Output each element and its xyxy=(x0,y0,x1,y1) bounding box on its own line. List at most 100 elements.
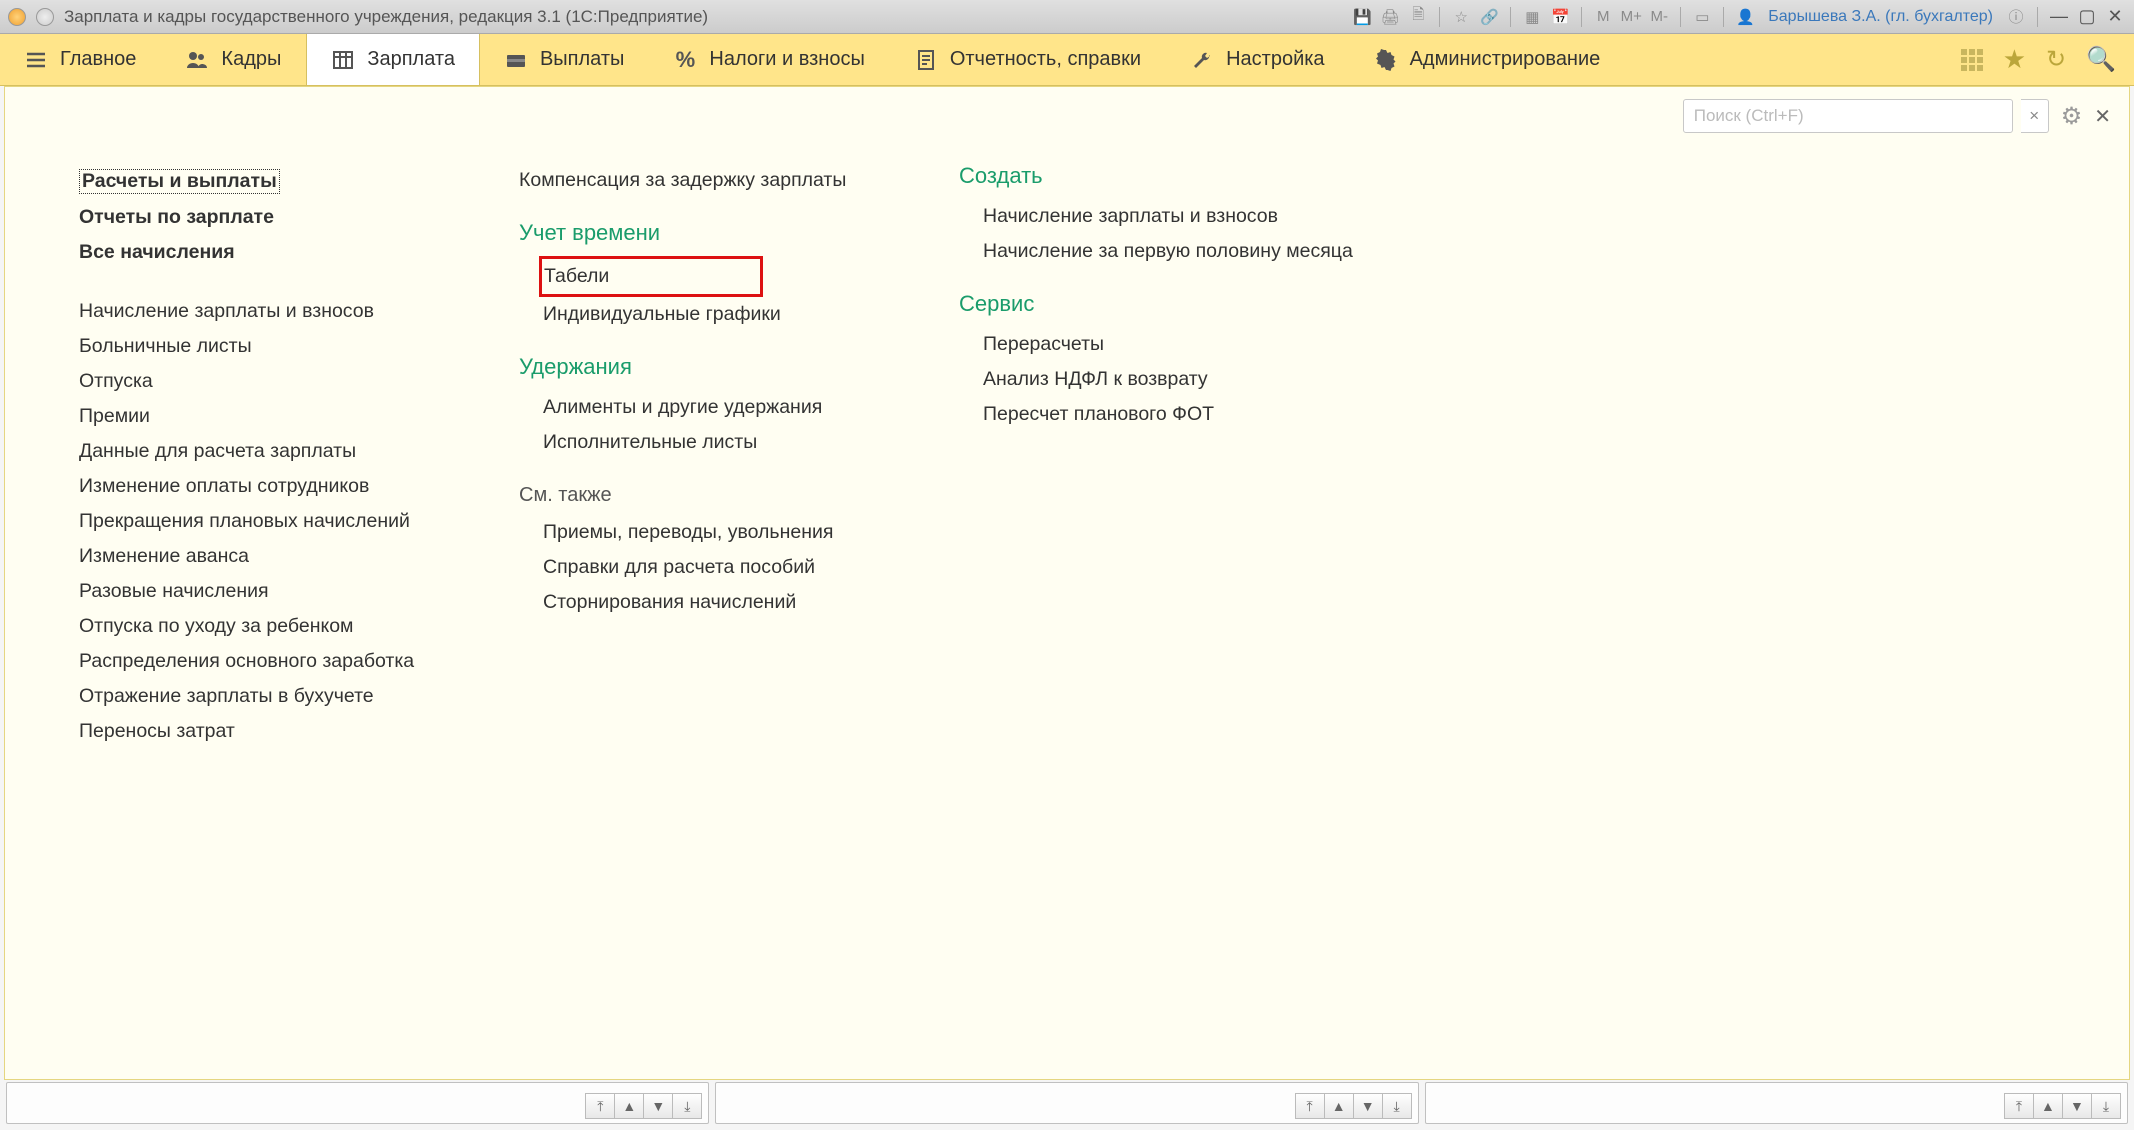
hamburger-icon xyxy=(24,48,48,72)
calendar-icon[interactable]: 📅 xyxy=(1549,6,1571,28)
menu-nastroika[interactable]: Настройка xyxy=(1166,34,1349,85)
mem-mminus[interactable]: M- xyxy=(1648,6,1670,28)
menu-label: Отчетность, справки xyxy=(950,48,1141,71)
link-razovye[interactable]: Разовые начисления xyxy=(79,574,459,609)
main-menu: Главное Кадры Зарплата Выплаты % Налоги … xyxy=(0,34,2134,86)
mem-mplus[interactable]: M+ xyxy=(1620,6,1642,28)
section-seealso: См. также xyxy=(519,460,899,515)
link-alimenty[interactable]: Алименты и другие удержания xyxy=(543,390,899,425)
link-icon[interactable]: 🔗 xyxy=(1478,6,1500,28)
column-middle: Компенсация за задержку зарплаты Учет вр… xyxy=(519,163,899,749)
pane-btn-up[interactable]: ▲ xyxy=(614,1093,644,1119)
settings-gear-icon[interactable]: ⚙ xyxy=(2061,102,2083,131)
search-icon[interactable]: 🔍 xyxy=(2086,45,2116,74)
link-pereschet-fot[interactable]: Пересчет планового ФОТ xyxy=(983,397,1353,432)
pane-btn-up[interactable]: ▲ xyxy=(1324,1093,1354,1119)
titlebar: Зарплата и кадры государственного учрежд… xyxy=(0,0,2134,34)
section-service: Сервис xyxy=(959,269,1353,327)
link-prekrashcheniya[interactable]: Прекращения плановых начислений xyxy=(79,504,459,539)
titlebar-tools: 💾 🖨 🗎 ☆ 🔗 ▦ 📅 M M+ M- ▭ 👤 Барышева З.А. … xyxy=(1351,6,2126,28)
minimize-button[interactable]: — xyxy=(2048,6,2070,28)
window-title: Зарплата и кадры государственного учрежд… xyxy=(64,7,708,27)
windows-icon[interactable]: ▭ xyxy=(1691,6,1713,28)
highlighted-tabeli: Табели xyxy=(539,256,763,297)
link-kompensaciya[interactable]: Компенсация за задержку зарплаты xyxy=(519,163,899,198)
close-button[interactable]: ✕ xyxy=(2104,6,2126,28)
link-ispolnitelnye[interactable]: Исполнительные листы xyxy=(543,425,899,460)
link-create-pervaya-polovina[interactable]: Начисление за первую половину месяца xyxy=(983,234,1353,269)
link-ind-grafiki[interactable]: Индивидуальные графики xyxy=(543,297,899,332)
link-otrazhenie-buh[interactable]: Отражение зарплаты в бухучете xyxy=(79,679,459,714)
star-icon[interactable]: ★ xyxy=(2003,44,2026,75)
nav-otchety[interactable]: Отчеты по зарплате xyxy=(79,200,459,235)
pane-btn-bottom[interactable]: ⤓ xyxy=(2091,1093,2121,1119)
link-spravki-posobiy[interactable]: Справки для расчета пособий xyxy=(543,550,899,585)
link-pereraschety[interactable]: Перерасчеты xyxy=(983,327,1353,362)
search-input-wrap[interactable] xyxy=(1683,99,2013,133)
link-priemy[interactable]: Приемы, переводы, увольнения xyxy=(543,515,899,550)
pane-btn-top[interactable]: ⤒ xyxy=(2004,1093,2034,1119)
pane-btn-down[interactable]: ▼ xyxy=(2062,1093,2092,1119)
link-stornirovaniya[interactable]: Сторнирования начислений xyxy=(543,585,899,620)
menu-label: Администрирование xyxy=(1410,48,1601,71)
section-create: Создать xyxy=(959,163,1353,199)
percent-icon: % xyxy=(673,48,697,72)
menu-kadry[interactable]: Кадры xyxy=(161,34,306,85)
content-area: × ⚙ ✕ Расчеты и выплаты Отчеты по зарпла… xyxy=(4,86,2130,1080)
bottom-pane-2: ⤒ ▲ ▼ ⤓ xyxy=(715,1082,1418,1124)
info-icon[interactable]: ⓘ xyxy=(2005,6,2027,28)
print-icon[interactable]: 🖨 xyxy=(1379,6,1401,28)
bottom-pane-3: ⤒ ▲ ▼ ⤓ xyxy=(1425,1082,2128,1124)
link-bolnichnye[interactable]: Больничные листы xyxy=(79,329,459,364)
menu-label: Налоги и взносы xyxy=(709,48,864,71)
pane-btn-down[interactable]: ▼ xyxy=(1353,1093,1383,1119)
menu-vyplaty[interactable]: Выплаты xyxy=(480,34,649,85)
menu-label: Зарплата xyxy=(367,48,455,71)
document-icon[interactable]: 🗎 xyxy=(1407,6,1429,28)
menu-main[interactable]: Главное xyxy=(0,34,161,85)
link-otpuska-uhod[interactable]: Отпуска по уходу за ребенком xyxy=(79,609,459,644)
maximize-button[interactable]: ▢ xyxy=(2076,6,2098,28)
pane-btn-down[interactable]: ▼ xyxy=(643,1093,673,1119)
link-tabeli[interactable]: Табели xyxy=(544,263,754,290)
link-premii[interactable]: Премии xyxy=(79,399,459,434)
current-user[interactable]: Барышева З.А. (гл. бухгалтер) xyxy=(1768,8,1993,26)
menu-label: Кадры xyxy=(221,48,281,71)
search-clear-button[interactable]: × xyxy=(2021,99,2049,133)
pane-btn-bottom[interactable]: ⤓ xyxy=(672,1093,702,1119)
menu-zarplata[interactable]: Зарплата xyxy=(306,34,480,85)
link-create-nachislenie[interactable]: Начисление зарплаты и взносов xyxy=(983,199,1353,234)
nav-back-icon[interactable] xyxy=(36,8,54,26)
wallet-icon xyxy=(504,48,528,72)
mem-m[interactable]: M xyxy=(1592,6,1614,28)
nav-raschety[interactable]: Расчеты и выплаты xyxy=(79,163,459,200)
link-izmenenie-avansa[interactable]: Изменение аванса xyxy=(79,539,459,574)
link-izmenenie-oplaty[interactable]: Изменение оплаты сотрудников xyxy=(79,469,459,504)
history-icon[interactable]: ↻ xyxy=(2046,45,2066,74)
apps-icon[interactable] xyxy=(1961,49,1983,71)
pane-btn-top[interactable]: ⤒ xyxy=(585,1093,615,1119)
star-outline-icon[interactable]: ☆ xyxy=(1450,6,1472,28)
bottom-pane-1: ⤒ ▲ ▼ ⤓ xyxy=(6,1082,709,1124)
report-icon xyxy=(914,48,938,72)
pane-btn-top[interactable]: ⤒ xyxy=(1295,1093,1325,1119)
link-dannye-rascheta[interactable]: Данные для расчета зарплаты xyxy=(79,434,459,469)
search-input[interactable] xyxy=(1694,106,2002,126)
link-nachislenie-zp[interactable]: Начисление зарплаты и взносов xyxy=(79,294,459,329)
link-raspredeleniya[interactable]: Распределения основного заработка xyxy=(79,644,459,679)
calculator-icon[interactable]: ▦ xyxy=(1521,6,1543,28)
panel-close-button[interactable]: ✕ xyxy=(2094,104,2111,129)
link-perenosy[interactable]: Переносы затрат xyxy=(79,714,459,749)
link-otpuska[interactable]: Отпуска xyxy=(79,364,459,399)
menu-admin[interactable]: Администрирование xyxy=(1350,34,1626,85)
menu-nalogi[interactable]: % Налоги и взносы xyxy=(649,34,889,85)
pane-btn-up[interactable]: ▲ xyxy=(2033,1093,2063,1119)
save-icon[interactable]: 💾 xyxy=(1351,6,1373,28)
menu-otchet[interactable]: Отчетность, справки xyxy=(890,34,1166,85)
link-analiz-ndfl[interactable]: Анализ НДФЛ к возврату xyxy=(983,362,1353,397)
pane-btn-bottom[interactable]: ⤓ xyxy=(1382,1093,1412,1119)
menu-label: Настройка xyxy=(1226,48,1324,71)
section-uchet-vremeni: Учет времени xyxy=(519,198,899,256)
nav-vse-nachisleniya[interactable]: Все начисления xyxy=(79,235,459,270)
user-icon: 👤 xyxy=(1734,6,1756,28)
